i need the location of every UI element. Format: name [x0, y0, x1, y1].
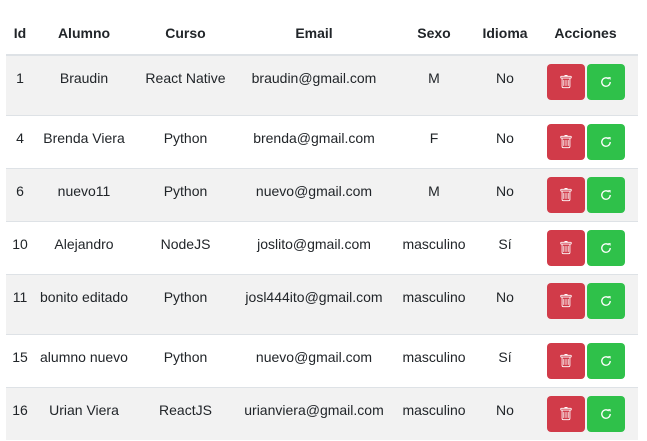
cell-curso: NodeJS	[134, 221, 237, 275]
cell-sexo: masculino	[391, 334, 477, 388]
update-button[interactable]	[586, 283, 625, 319]
table-row: 4 Brenda Viera Python brenda@gmail.com F No	[6, 115, 638, 169]
cell-idioma: Sí	[477, 221, 533, 275]
delete-button[interactable]	[546, 64, 585, 100]
cell-idioma: No	[477, 274, 533, 335]
delete-button[interactable]	[546, 343, 585, 379]
delete-button[interactable]	[546, 283, 585, 319]
cell-alumno: Brenda Viera	[34, 115, 134, 169]
cell-sexo: masculino	[391, 274, 477, 335]
cell-id: 6	[6, 168, 34, 222]
cell-alumno: nuevo11	[34, 168, 134, 222]
cell-id: 16	[6, 387, 34, 440]
cell-sexo: masculino	[391, 221, 477, 275]
header-alumno: Alumno	[34, 12, 134, 56]
cell-idioma: No	[477, 168, 533, 222]
cell-curso: ReactJS	[134, 387, 237, 440]
cell-acciones	[533, 334, 638, 388]
update-button[interactable]	[586, 396, 625, 432]
cell-curso: React Native	[134, 54, 237, 116]
cell-alumno: Urian Viera	[34, 387, 134, 440]
cell-alumno: Braudin	[34, 54, 134, 116]
cell-acciones	[533, 54, 638, 116]
table-row: 6 nuevo11 Python nuevo@gmail.com M No	[6, 168, 638, 222]
header-acciones: Acciones	[533, 12, 638, 56]
cell-alumno: Alejandro	[34, 221, 134, 275]
cell-email: braudin@gmail.com	[237, 54, 391, 116]
cell-idioma: No	[477, 54, 533, 116]
cell-idioma: Sí	[477, 334, 533, 388]
cell-curso: Python	[134, 115, 237, 169]
cell-email: urianviera@gmail.com	[237, 387, 391, 440]
cell-id: 11	[6, 274, 34, 335]
cell-acciones	[533, 221, 638, 275]
update-button[interactable]	[586, 64, 625, 100]
cell-id: 10	[6, 221, 34, 275]
table-row: 11 bonito editado Python josl444ito@gmail.c…	[6, 274, 638, 335]
update-button[interactable]	[586, 343, 625, 379]
cell-sexo: masculino	[391, 387, 477, 440]
delete-button[interactable]	[546, 396, 585, 432]
cell-acciones	[533, 115, 638, 169]
update-button[interactable]	[586, 124, 625, 160]
cell-acciones	[533, 274, 638, 335]
cell-sexo: M	[391, 54, 477, 116]
delete-button[interactable]	[546, 177, 585, 213]
cell-idioma: No	[477, 115, 533, 169]
cell-sexo: F	[391, 115, 477, 169]
update-button[interactable]	[586, 177, 625, 213]
header-sexo: Sexo	[391, 12, 477, 56]
cell-alumno: alumno nuevo	[34, 334, 134, 388]
header-id: Id	[6, 12, 34, 56]
header-idioma: Idioma	[477, 12, 533, 56]
cell-email: nuevo@gmail.com	[237, 334, 391, 388]
cell-acciones	[533, 387, 638, 440]
cell-id: 1	[6, 54, 34, 116]
header-curso: Curso	[134, 12, 237, 56]
update-button[interactable]	[586, 230, 625, 266]
cell-curso: Python	[134, 334, 237, 388]
table-body: 1 Braudin React Native braudin@gmail.com M No…	[6, 54, 638, 440]
cell-email: brenda@gmail.com	[237, 115, 391, 169]
table-row: 1 Braudin React Native braudin@gmail.com M No	[6, 54, 638, 116]
cell-curso: Python	[134, 274, 237, 335]
cell-id: 15	[6, 334, 34, 388]
cell-idioma: No	[477, 387, 533, 440]
cell-curso: Python	[134, 168, 237, 222]
cell-id: 4	[6, 115, 34, 169]
cell-alumno: bonito editado	[34, 274, 134, 335]
table-row: 16 Urian Viera ReactJS urianviera@gmail.com…	[6, 387, 638, 440]
delete-button[interactable]	[546, 230, 585, 266]
header-email: Email	[237, 12, 391, 56]
table-row: 10 Alejandro NodeJS joslito@gmail.com mascul…	[6, 221, 638, 275]
cell-email: josl444ito@gmail.com	[237, 274, 391, 335]
cell-sexo: M	[391, 168, 477, 222]
delete-button[interactable]	[546, 124, 585, 160]
cell-email: joslito@gmail.com	[237, 221, 391, 275]
table-header-row: Id Alumno Curso Email Sexo Idioma Accion…	[6, 12, 638, 56]
students-table: Id Alumno Curso Email Sexo Idioma Accion…	[6, 12, 638, 440]
cell-email: nuevo@gmail.com	[237, 168, 391, 222]
students-table-container: Id Alumno Curso Email Sexo Idioma Accion…	[6, 12, 638, 440]
table-row: 15 alumno nuevo Python nuevo@gmail.com mascu…	[6, 334, 638, 388]
cell-acciones	[533, 168, 638, 222]
